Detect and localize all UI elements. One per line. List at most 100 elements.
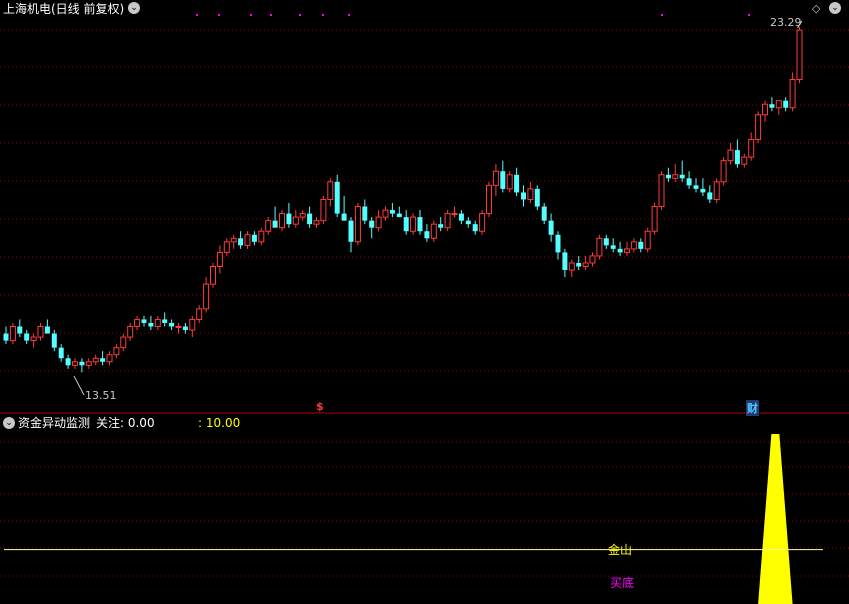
candle-body [562, 252, 568, 271]
candle-body [100, 358, 106, 362]
candle-body [127, 325, 134, 338]
candle-body [279, 213, 285, 229]
candle-body [389, 210, 395, 214]
low-price-label: 13.51 [85, 389, 117, 402]
candle-body [506, 174, 513, 190]
candle-body [299, 213, 306, 218]
candle-body [286, 213, 292, 225]
indicator-spike [758, 434, 793, 604]
candle-body [85, 361, 92, 366]
candle-body [734, 150, 740, 165]
candle-body [521, 192, 526, 200]
candle-body [727, 149, 734, 162]
candle-body [334, 181, 340, 214]
signal-maidi: 买底 [610, 576, 635, 590]
candle-body [37, 325, 44, 338]
candle-body [51, 333, 57, 348]
candle-body [79, 361, 85, 366]
candle-body [251, 234, 257, 242]
candle-body [576, 262, 582, 267]
candle-body [244, 234, 251, 246]
candle-body [500, 171, 506, 189]
event-dot [250, 14, 252, 16]
candle-body [154, 318, 161, 327]
candle-body [700, 188, 706, 193]
candle-body [541, 206, 547, 221]
event-dot [322, 14, 324, 16]
event-dot [299, 14, 301, 16]
candle-body [9, 325, 16, 342]
candle-body [396, 213, 402, 218]
candle-body [589, 255, 596, 264]
event-marker-finance[interactable]: 财 [746, 400, 759, 416]
candle-body [630, 241, 637, 250]
chart-canvas[interactable] [0, 0, 849, 604]
candle-body [555, 234, 561, 253]
candle-body [527, 188, 534, 200]
candle-body [148, 322, 154, 327]
candle-body [189, 318, 196, 331]
candle-body [382, 209, 389, 218]
candle-body [403, 217, 409, 232]
indicator-menu-icon[interactable]: ⌄ [3, 417, 15, 429]
candle-body [24, 333, 30, 341]
candle-body [120, 336, 127, 349]
signal-jinshan: 金山 [608, 543, 633, 557]
candle-body [410, 216, 417, 232]
candle-body [327, 181, 334, 200]
candle-body [216, 251, 223, 268]
candle-body [686, 178, 692, 186]
indicator-value: : 10.00 [198, 416, 241, 430]
candle-body [430, 223, 437, 239]
event-dot [196, 14, 198, 16]
candle-body [679, 174, 685, 179]
candle-body [713, 181, 720, 200]
candle-body [92, 357, 99, 363]
candle-body [775, 100, 782, 109]
candle-body [292, 216, 299, 225]
candle-body [17, 326, 23, 334]
candle-body [582, 262, 589, 268]
event-dot [218, 14, 220, 16]
candle-body [44, 326, 50, 334]
candle-body [748, 138, 755, 158]
high-price-label: 23.29 [770, 16, 802, 29]
candle-body [196, 308, 203, 320]
candle-body [238, 238, 244, 246]
candlestick-series [3, 20, 803, 396]
candle-body [472, 224, 478, 232]
event-marker-s[interactable]: $ [316, 400, 324, 413]
candle-body [162, 319, 168, 323]
event-dot [661, 14, 663, 16]
low-pointer [73, 375, 85, 396]
candle-body [417, 217, 423, 232]
candle-body [720, 160, 727, 183]
candle-body [479, 213, 486, 232]
candle-body [3, 333, 9, 341]
candle-body [658, 174, 665, 208]
candle-body [348, 220, 354, 242]
candle-body [596, 237, 603, 257]
candle-body [106, 354, 113, 363]
candle-body [762, 103, 768, 116]
candle-body [741, 156, 748, 165]
candle-body [444, 213, 451, 229]
candle-body [72, 361, 78, 366]
candle-body [755, 114, 762, 140]
candle-body [672, 174, 679, 179]
candle-body [707, 192, 713, 200]
candle-body [486, 184, 492, 215]
candle-body [375, 216, 382, 229]
candle-body [362, 206, 368, 221]
candle-body [307, 213, 313, 225]
candle-body [141, 319, 147, 323]
candle-body [113, 347, 120, 356]
indicator-focus-value: 关注: 0.00 [96, 416, 155, 430]
candle-body [65, 358, 71, 366]
candle-body [665, 174, 671, 179]
candle-body [30, 336, 37, 342]
candle-body [610, 245, 616, 249]
candle-body [796, 29, 803, 81]
indicator-series [4, 434, 823, 604]
candle-body [223, 241, 230, 253]
